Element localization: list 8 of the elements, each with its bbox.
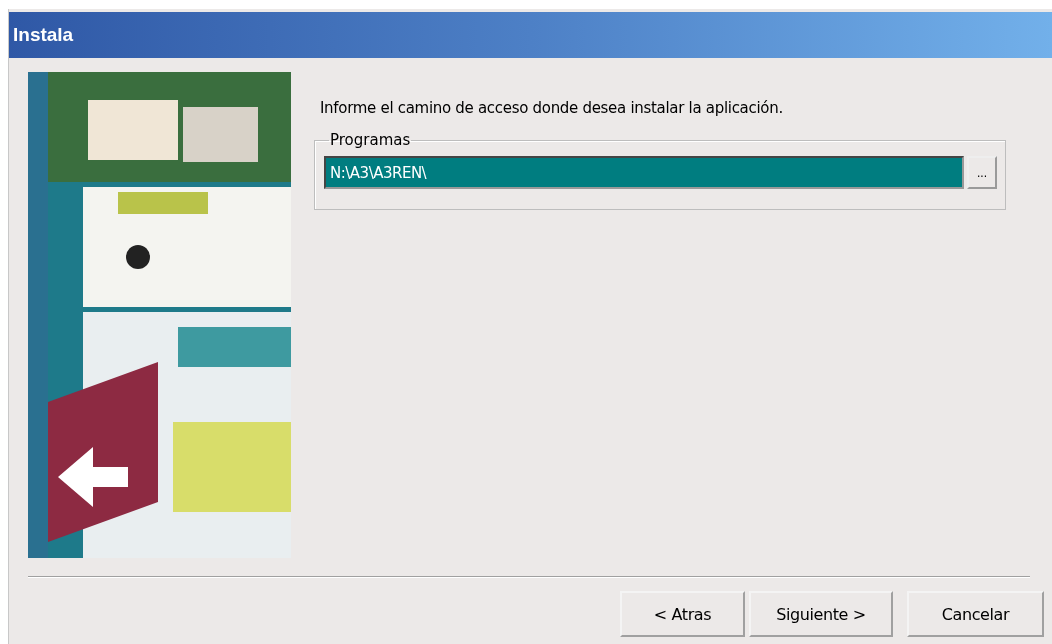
browse-button[interactable]: ... (967, 156, 997, 189)
back-button[interactable]: < Atras (620, 591, 745, 637)
cancel-button[interactable]: Cancelar (907, 591, 1044, 637)
path-field[interactable]: N:\A3\A3REN\ (324, 156, 964, 189)
window-title: Instala (13, 24, 74, 46)
next-button[interactable]: Siguiente > (749, 591, 893, 637)
instruction-text: Informe el camino de acceso donde desea instalar la aplicación. (320, 99, 783, 117)
group-label: Programas (329, 131, 412, 149)
